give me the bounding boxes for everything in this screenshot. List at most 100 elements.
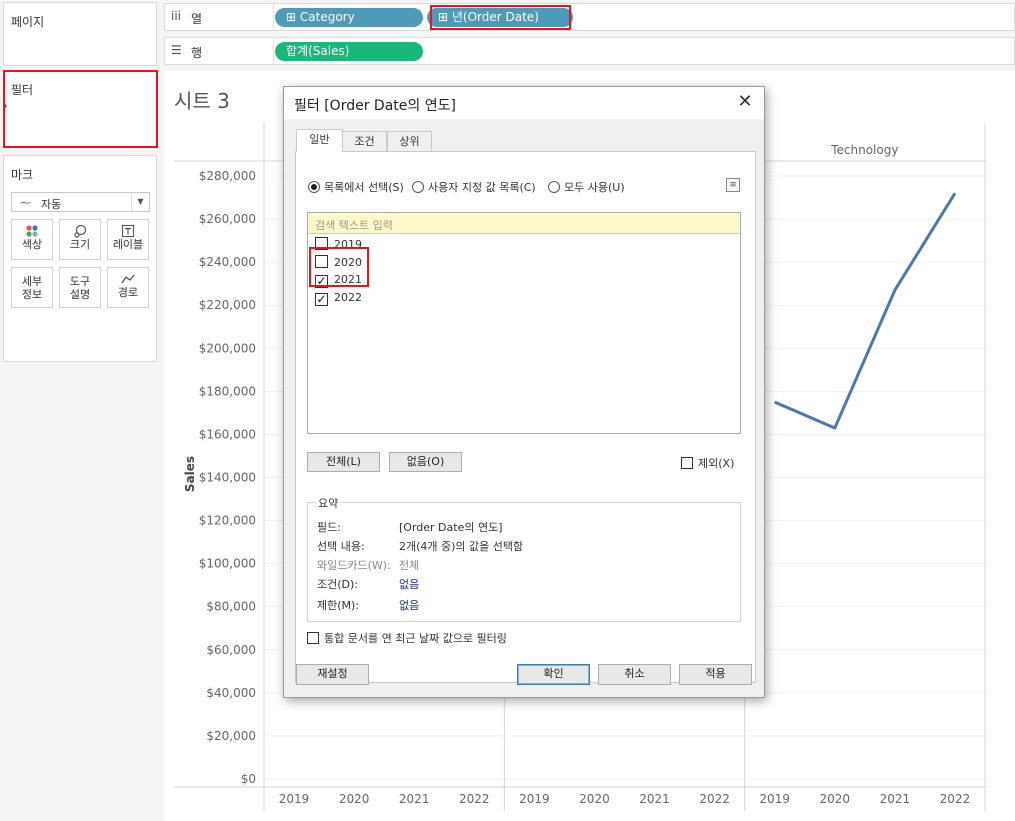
exclude-label: 제외(X) [698,457,735,470]
x-tick-label: 2022 [699,792,730,806]
category-pill-label: Category [299,10,355,24]
chevron-down-icon[interactable]: ▼ [131,193,149,211]
y-tick-label: $260,000 [199,212,256,226]
tab-condition[interactable]: 조건 [342,131,387,151]
search-input[interactable]: 검색 텍스트 입력 [308,213,740,234]
summary-field-label: 필드: [317,521,341,534]
category-pill[interactable]: ⊞ Category [275,8,423,27]
dialog-titlebar[interactable]: 필터 [Order Date의 연도] ✕ [284,87,764,119]
mark-size-label: 크기 [69,238,91,251]
y-axis-label: Sales [183,456,197,492]
mark-size-button[interactable]: 크기 [59,219,101,260]
list-menu-icon[interactable]: ≡ [726,178,740,192]
select-none-button[interactable]: 없음(O) [389,452,462,472]
y-tick-label: $280,000 [199,169,256,183]
color-dots-icon [12,224,52,238]
size-icon [60,224,100,238]
radio-unselected-icon [548,181,560,193]
radio-select-from-list[interactable]: 목록에서 선택(S) [308,179,404,195]
rows-shelf[interactable]: ☰ 행 합계(Sales) [164,37,1015,65]
latest-date-filter-label: 통합 문서를 연 최근 날짜 값으로 필터링 [324,632,507,645]
x-tick-label: 2020 [339,792,370,806]
latest-date-filter-checkbox[interactable]: 통합 문서를 연 최근 날짜 값으로 필터링 [307,630,507,646]
y-tick-label: $40,000 [206,686,256,700]
x-tick-label: 2019 [279,792,310,806]
summary-condition-link[interactable]: 없음 [399,576,419,592]
x-tick-label: 2021 [880,792,911,806]
x-tick-label: 2021 [639,792,670,806]
general-tab-panel: 목록에서 선택(S) 사용자 지정 값 목록(C) 모두 사용(U) ≡ 검색 … [295,151,756,683]
list-item-2022[interactable]: ✓ 2022 [315,291,362,306]
summary-field-value: [Order Date의 연도] [399,521,503,534]
mark-color-label: 색상 [21,238,43,251]
summary-wildcard-value: 전체 [399,559,420,572]
summary-wildcard-label: 와일드카드(W): [317,559,391,572]
y-tick-label: $220,000 [199,298,256,312]
cancel-button[interactable]: 취소 [598,664,671,685]
mark-detail-label: 세부 정보 [21,275,43,301]
text-label-icon [108,224,148,238]
filter-dialog: 필터 [Order Date의 연도] ✕ 일반 조건 상위 목록에서 선택(S… [283,86,765,698]
tab-top[interactable]: 상위 [387,131,432,151]
checkbox-unchecked-icon[interactable] [681,457,693,469]
summary-group: 요약 필드: [Order Date의 연도] 선택 내용: 2개(4개 중)의… [307,495,741,622]
y-tick-label: $200,000 [199,341,256,355]
y-tick-label: $240,000 [199,255,256,269]
path-icon [108,272,148,286]
x-tick-label: 2019 [519,792,550,806]
columns-icon: iii [171,9,182,23]
shelf-divider [273,38,274,64]
tab-general[interactable]: 일반 [296,129,343,152]
pill-highlight-box [430,5,571,30]
x-tick-label: 2019 [759,792,790,806]
radio-unselected-icon [412,181,424,193]
mark-path-label: 경로 [117,286,139,299]
select-all-button[interactable]: 전체(L) [307,452,380,472]
mark-detail-button[interactable]: 세부 정보 [11,267,53,308]
y-tick-label: $100,000 [199,557,256,571]
mark-label-button[interactable]: 레이블 [107,219,149,260]
summary-title: 요약 [316,495,341,511]
summary-condition-label: 조건(D): [317,578,358,591]
mark-color-button[interactable]: 색상 [11,219,53,260]
drop-marker-icon [3,102,7,110]
mark-label-label: 레이블 [112,238,144,251]
x-tick-label: 2020 [579,792,610,806]
sales-sum-pill-label: 합계(Sales) [286,44,350,58]
mark-type-dropdown[interactable]: ⁓ 자동 ▼ [11,192,150,212]
exclude-checkbox[interactable]: 제외(X) [681,455,734,471]
y-tick-label: $0 [241,772,256,786]
y-tick-label: $140,000 [199,471,256,485]
summary-selection-value: 2개(4개 중)의 값을 선택함 [399,540,524,553]
marks-panel-title: 마크 [11,168,34,182]
checkbox-checked-icon[interactable]: ✓ [315,293,328,306]
reset-button[interactable]: 재설정 [296,664,369,685]
y-tick-label: $160,000 [199,427,256,441]
value-list: 검색 텍스트 입력 2019 2020 ✓ 2021 ✓ 2022 [307,212,741,434]
radio-use-all[interactable]: 모두 사용(U) [548,179,625,195]
radio-custom-value-list[interactable]: 사용자 지정 값 목록(C) [412,179,536,195]
rows-icon: ☰ [171,43,182,57]
plus-box-icon: ⊞ [286,10,300,24]
mark-path-button[interactable]: 경로 [107,267,149,308]
y-tick-label: $180,000 [199,384,256,398]
filters-panel[interactable]: 필터 [3,70,158,148]
y-tick-label: $120,000 [199,514,256,528]
close-icon[interactable]: ✕ [735,91,755,112]
list-item-label: 2022 [334,291,362,304]
radio-use-all-label: 모두 사용(U) [564,181,625,194]
x-tick-label: 2020 [820,792,851,806]
y-tick-label: $60,000 [206,643,256,657]
radio-selected-icon [308,181,320,193]
ok-button[interactable]: 확인 [517,664,590,685]
columns-shelf[interactable]: iii 열 ⊞ Category ⊞ 년(Order Date) [164,3,1015,31]
x-tick-label: 2022 [940,792,971,806]
apply-button[interactable]: 적용 [679,664,752,685]
mark-tooltip-label: 도구 설명 [69,275,91,301]
checkbox-unchecked-icon[interactable] [307,632,319,644]
marks-panel: 마크 ⁓ 자동 ▼ 색상 크기 레이블 세부 정보 도구 설명 경로 [3,155,157,362]
dialog-title: 필터 [Order Date의 연도] [294,98,456,114]
summary-limit-link[interactable]: 없음 [399,597,419,613]
sales-sum-pill[interactable]: 합계(Sales) [275,42,423,61]
mark-tooltip-button[interactable]: 도구 설명 [59,267,101,308]
